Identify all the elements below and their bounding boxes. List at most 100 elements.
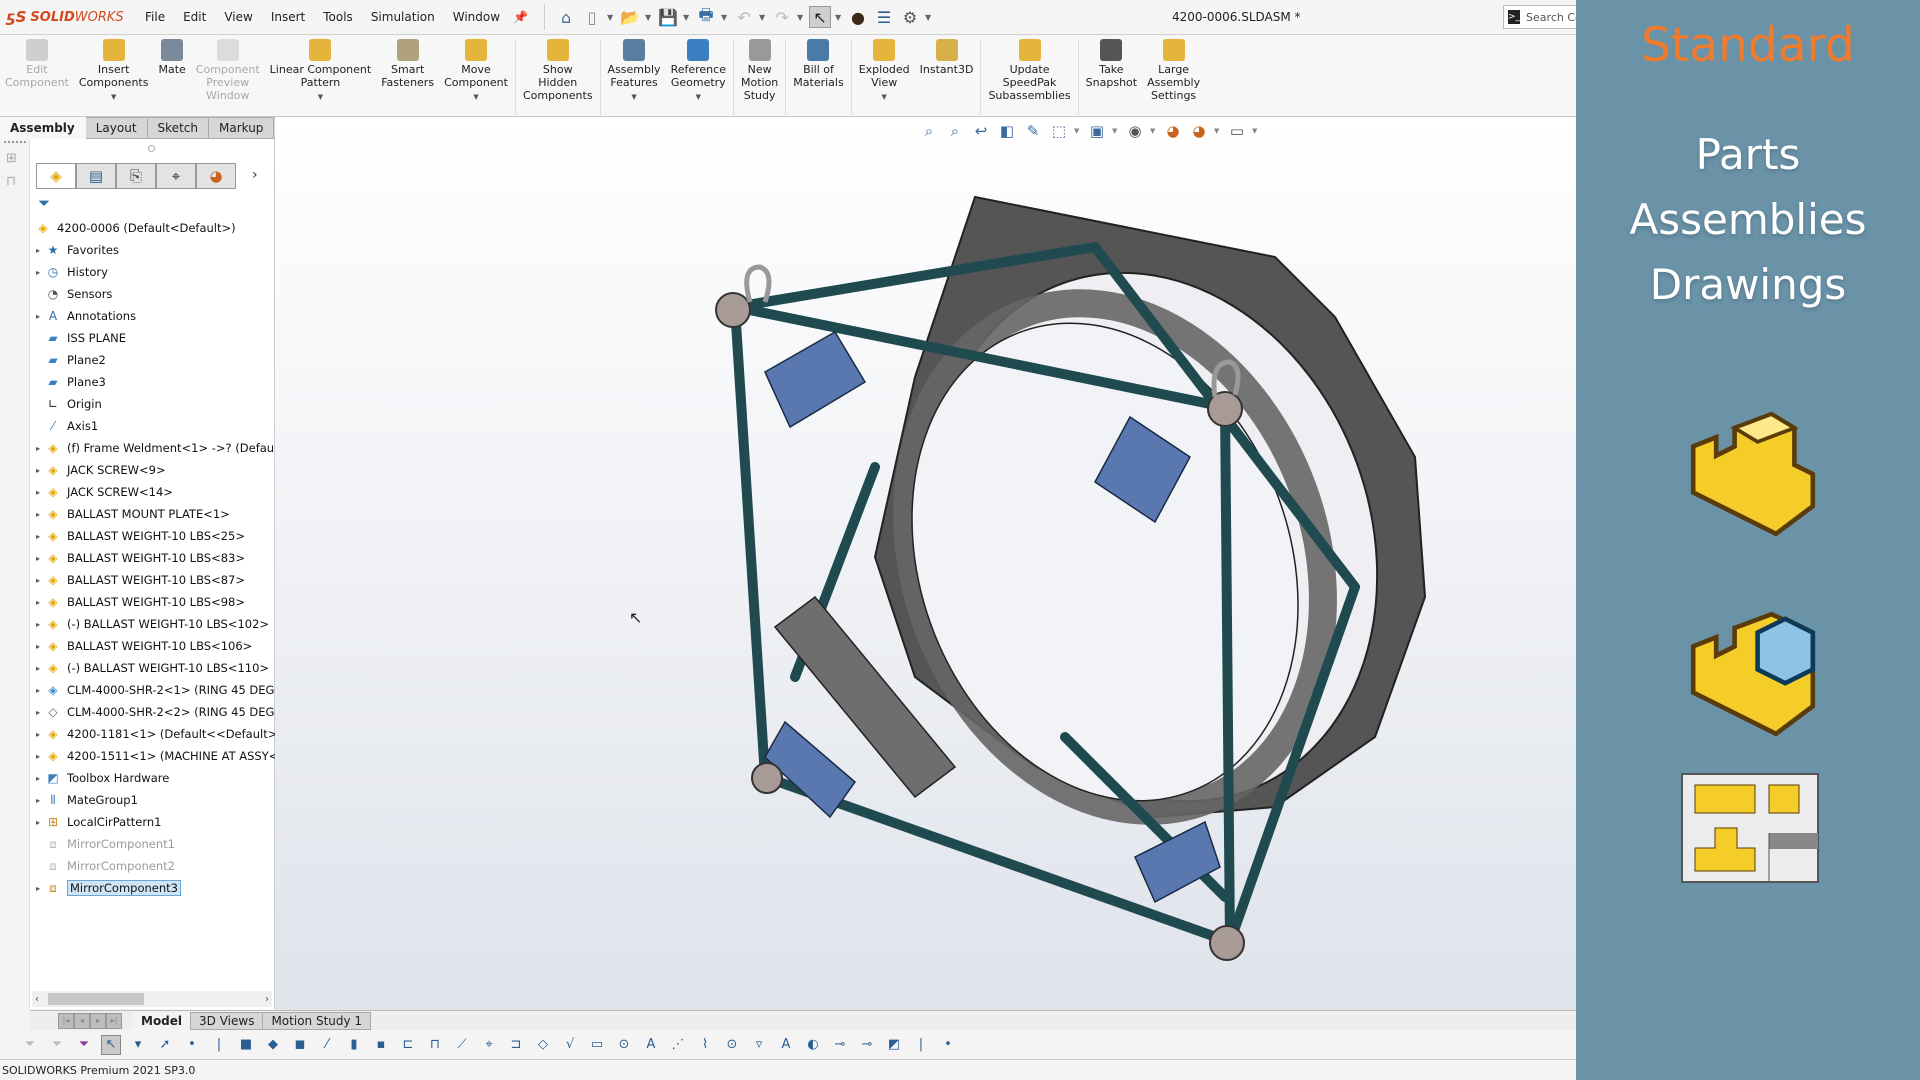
tree-item[interactable]: ▸ ◈ JACK SCREW<14> bbox=[30, 481, 275, 503]
tree-item[interactable]: ⧈ MirrorComponent2 bbox=[30, 855, 275, 877]
filter-cosmetic-threads-icon[interactable]: ▿ bbox=[749, 1035, 769, 1055]
tree-item[interactable]: ▸ ◈ 4200-1181<1> (Default<<Default>_I bbox=[30, 723, 275, 745]
save-dropdown[interactable]: ▼ bbox=[683, 13, 691, 22]
chevron-down-icon[interactable]: ▼ bbox=[631, 91, 636, 104]
expand-arrow-icon[interactable]: ▸ bbox=[32, 554, 44, 563]
tree-root-assembly[interactable]: ◈ 4200-0006 (Default<Default>) bbox=[30, 217, 275, 239]
view-orientation-dropdown[interactable]: ▼ bbox=[1074, 127, 1082, 135]
display-style-icon[interactable]: ▣ bbox=[1086, 120, 1108, 142]
cmd-instant3d[interactable]: Instant3D bbox=[915, 39, 979, 76]
zoom-to-area-icon[interactable]: ⌕ bbox=[944, 120, 966, 142]
cmd-smart-fasteners[interactable]: Smart Fasteners bbox=[376, 39, 439, 89]
cmd-insert-components[interactable]: Insert Components ▼ bbox=[74, 39, 154, 104]
menu-insert[interactable]: Insert bbox=[262, 10, 314, 24]
filter-surface-bodies-icon[interactable]: ◆ bbox=[263, 1035, 283, 1055]
expand-arrow-icon[interactable]: ▸ bbox=[32, 796, 44, 805]
home-icon[interactable]: ⌂ bbox=[555, 6, 577, 28]
tree-item[interactable]: ◔ Sensors bbox=[30, 283, 275, 305]
tree-item[interactable]: ▸ ◈ BALLAST WEIGHT-10 LBS<83> bbox=[30, 547, 275, 569]
expand-arrow-icon[interactable]: ▸ bbox=[32, 752, 44, 761]
filter-weld-bead-icon[interactable]: ⌇ bbox=[695, 1035, 715, 1055]
open-dropdown[interactable]: ▼ bbox=[645, 13, 653, 22]
expand-arrow-icon[interactable]: ▸ bbox=[32, 466, 44, 475]
print-dropdown[interactable]: ▼ bbox=[721, 13, 729, 22]
cmd-move-component[interactable]: Move Component ▼ bbox=[439, 39, 513, 104]
filter-sketch-segments-icon[interactable]: ⊏ bbox=[398, 1035, 418, 1055]
model-tab-motion-study-1[interactable]: Motion Study 1 bbox=[262, 1011, 372, 1030]
display-pane-icon[interactable]: ⊞ bbox=[6, 151, 23, 166]
model-tab-3d-views[interactable]: 3D Views bbox=[190, 1011, 264, 1030]
redo-icon[interactable]: ↷ bbox=[771, 6, 793, 28]
filter-notes-icon[interactable]: ⊙ bbox=[614, 1035, 634, 1055]
scene-dropdown[interactable]: ▼ bbox=[1214, 127, 1222, 135]
filter-toggle-icon[interactable]: ⏷ bbox=[20, 1035, 40, 1055]
edit-appearance-icon[interactable]: ◕ bbox=[1162, 120, 1184, 142]
cmd-component-preview-window[interactable]: Component Preview Window bbox=[191, 39, 265, 102]
next-tab-icon[interactable]: ▸ bbox=[90, 1012, 106, 1029]
filter-surface-finish-icon[interactable]: √ bbox=[560, 1035, 580, 1055]
menu-window[interactable]: Window bbox=[444, 10, 509, 24]
expand-arrow-icon[interactable]: ▸ bbox=[32, 488, 44, 497]
cmd-mate[interactable]: Mate bbox=[153, 39, 190, 76]
cmd-assembly-features[interactable]: Assembly Features ▼ bbox=[603, 39, 666, 104]
options-dropdown[interactable]: ▼ bbox=[925, 13, 933, 22]
tree-item[interactable]: ⧈ MirrorComponent1 bbox=[30, 833, 275, 855]
filter-mesh-facets-icon[interactable]: ◩ bbox=[884, 1035, 904, 1055]
tree-item[interactable]: ▸ ◇ CLM-4000-SHR-2<2> (RING 45 DEGI bbox=[30, 701, 275, 723]
filter-faces-icon[interactable]: ■ bbox=[236, 1035, 256, 1055]
options-gear-icon[interactable]: ⚙ bbox=[899, 6, 921, 28]
expand-arrow-icon[interactable]: ▸ bbox=[32, 708, 44, 717]
expand-arrow-icon[interactable]: ▸ bbox=[32, 642, 44, 651]
expand-arrow-icon[interactable]: ▸ bbox=[32, 818, 44, 827]
undo-dropdown[interactable]: ▼ bbox=[759, 13, 767, 22]
display-style-dropdown[interactable]: ▼ bbox=[1112, 127, 1120, 135]
property-manager-tab[interactable]: ▤ bbox=[76, 163, 116, 189]
first-tab-icon[interactable]: |◂ bbox=[58, 1012, 74, 1029]
signal-icon[interactable]: ⊓ bbox=[6, 174, 23, 189]
panel-splitter-handle[interactable] bbox=[148, 145, 155, 152]
cmd-edit-component[interactable]: Edit Component bbox=[0, 39, 74, 89]
expand-arrow-icon[interactable]: ▸ bbox=[32, 598, 44, 607]
cmd-bill-of-materials[interactable]: Bill of Materials bbox=[788, 39, 848, 89]
scroll-left-icon[interactable]: ‹ bbox=[32, 994, 39, 1005]
new-document-icon[interactable]: ▯ bbox=[581, 6, 603, 28]
tree-item[interactable]: ▸ ◈ JACK SCREW<9> bbox=[30, 459, 275, 481]
tree-item[interactable]: ⁄ Axis1 bbox=[30, 415, 275, 437]
tree-item[interactable]: ▸ ◈ BALLAST WEIGHT-10 LBS<98> bbox=[30, 591, 275, 613]
filter-connection-points-icon[interactable]: ⊸ bbox=[857, 1035, 877, 1055]
chevron-down-icon[interactable]: ▼ bbox=[881, 91, 886, 104]
filter-icon[interactable]: ⏷ bbox=[38, 194, 50, 212]
model-tab-model[interactable]: Model bbox=[132, 1011, 192, 1030]
tree-item[interactable]: ▸ ◈ BALLAST WEIGHT-10 LBS<25> bbox=[30, 525, 275, 547]
new-dropdown[interactable]: ▼ bbox=[607, 13, 615, 22]
filter-solid-bodies-icon[interactable]: ◼ bbox=[290, 1035, 310, 1055]
hide-show-dropdown[interactable]: ▼ bbox=[1150, 127, 1158, 135]
menu-file[interactable]: File bbox=[136, 10, 174, 24]
filter-geometric-tolerance-icon[interactable]: ▭ bbox=[587, 1035, 607, 1055]
expand-arrow-icon[interactable]: ▸ bbox=[32, 312, 44, 321]
scroll-right-icon[interactable]: › bbox=[265, 994, 272, 1005]
filter-vertices-icon[interactable]: • bbox=[182, 1035, 202, 1055]
previous-view-icon[interactable]: ↩ bbox=[970, 120, 992, 142]
filter-datum-targets-icon[interactable]: ⊙ bbox=[722, 1035, 742, 1055]
chevron-down-icon[interactable]: ▼ bbox=[318, 91, 323, 104]
file-properties-icon[interactable]: ☰ bbox=[873, 6, 895, 28]
tree-item[interactable]: ▸ ◈ CLM-4000-SHR-2<1> (RING 45 DEGI bbox=[30, 679, 275, 701]
dynamic-annotation-icon[interactable]: ✎ bbox=[1022, 120, 1044, 142]
last-tab-icon[interactable]: ▸| bbox=[106, 1012, 122, 1029]
tree-item[interactable]: ▸ ⊞ LocalCirPattern1 bbox=[30, 811, 275, 833]
chevron-right-icon[interactable]: › bbox=[252, 167, 258, 183]
chevron-down-icon[interactable]: ▼ bbox=[473, 91, 478, 104]
select-cursor-icon[interactable]: ↖ bbox=[809, 6, 832, 28]
expand-arrow-icon[interactable]: ▸ bbox=[32, 774, 44, 783]
cmd-new-motion-study[interactable]: New Motion Study bbox=[736, 39, 783, 102]
tree-item[interactable]: ▸ ◷ History bbox=[30, 261, 275, 283]
tree-item[interactable]: ▸ ⧈ MirrorComponent3 bbox=[30, 877, 275, 899]
filter-centerline-icon[interactable]: ⊐ bbox=[506, 1035, 526, 1055]
filter-center-marks-icon[interactable]: ⌖ bbox=[479, 1035, 499, 1055]
undo-icon[interactable]: ↶ bbox=[733, 6, 755, 28]
view-settings-dropdown[interactable]: ▼ bbox=[1252, 127, 1260, 135]
filter-midpoints-icon[interactable]: ⟋ bbox=[452, 1035, 472, 1055]
filter-planes-icon[interactable]: ▮ bbox=[344, 1035, 364, 1055]
tab-assembly[interactable]: Assembly bbox=[0, 117, 86, 139]
